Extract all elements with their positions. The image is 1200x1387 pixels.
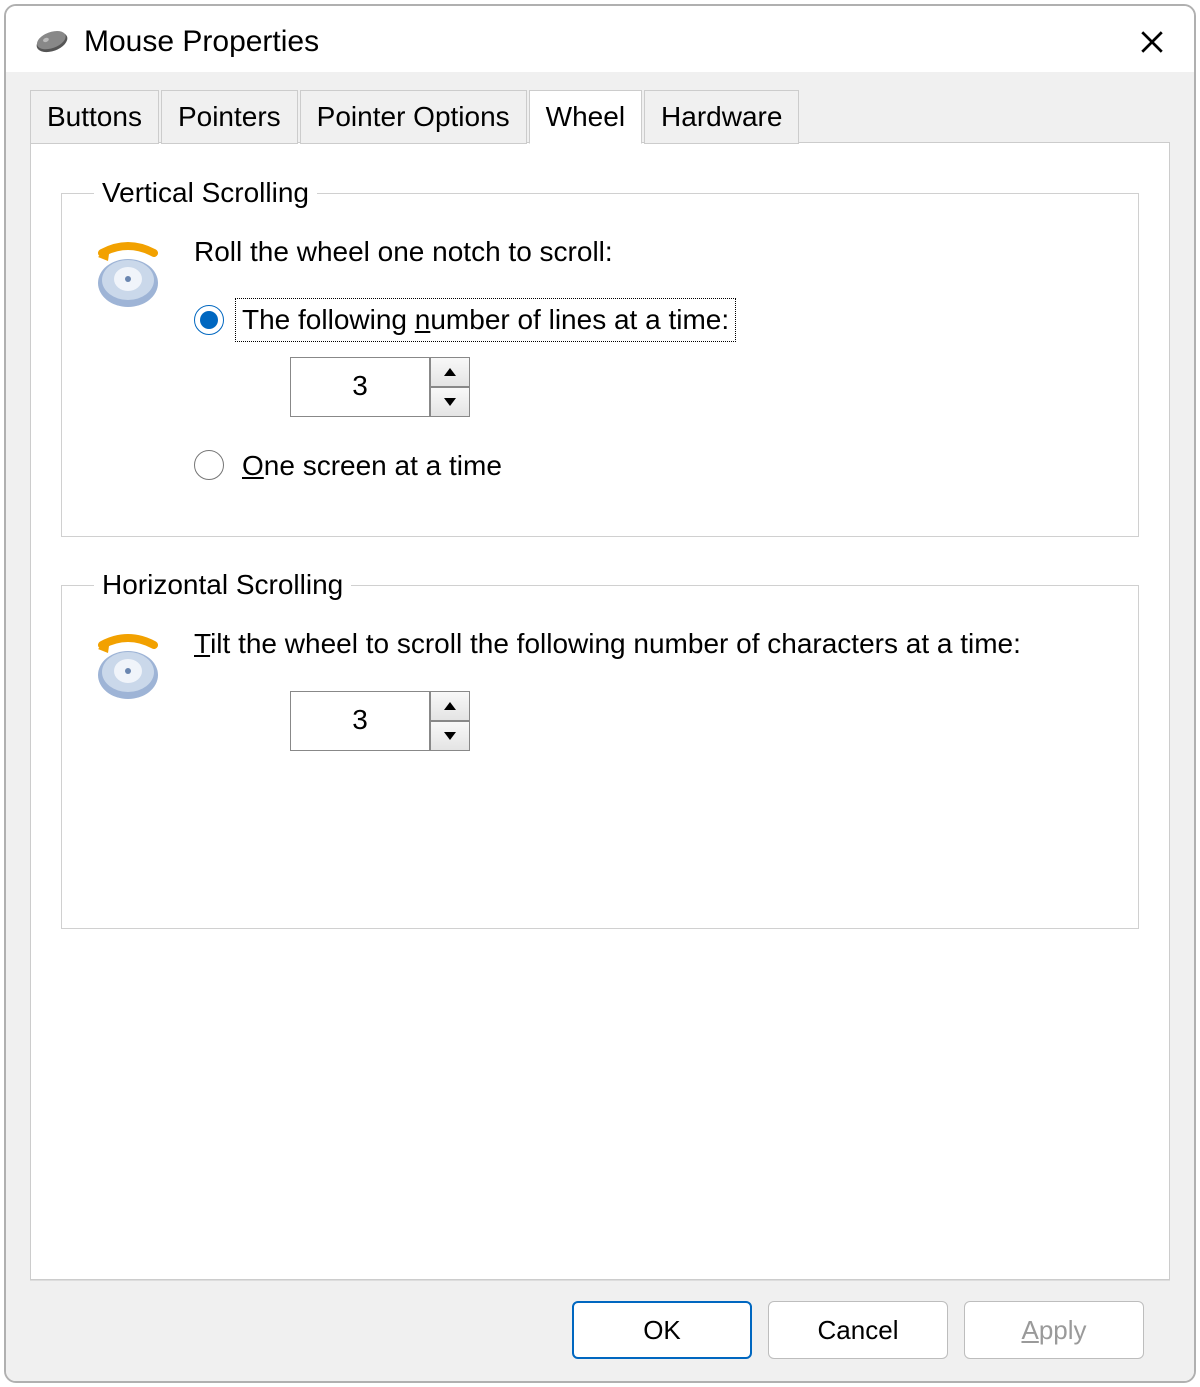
vertical-scrolling-legend: Vertical Scrolling <box>94 177 317 209</box>
radio-screen-row[interactable]: One screen at a time <box>194 445 1112 487</box>
scroll-wheel-icon <box>88 235 168 315</box>
cancel-button[interactable]: Cancel <box>768 1301 948 1359</box>
radio-lines-row[interactable]: The following number of lines at a time: <box>194 299 1112 341</box>
tab-pointer-options[interactable]: Pointer Options <box>300 90 527 144</box>
tab-hardware[interactable]: Hardware <box>644 90 799 144</box>
tab-wheel[interactable]: Wheel <box>529 90 642 144</box>
titlebar: Mouse Properties <box>6 6 1194 72</box>
chars-spinner-value[interactable]: 3 <box>290 691 430 751</box>
close-button[interactable] <box>1130 20 1174 64</box>
triangle-down-icon <box>444 398 456 406</box>
triangle-up-icon <box>444 368 456 376</box>
chars-spinner-up[interactable] <box>430 691 470 721</box>
radio-lines-label: The following number of lines at a time: <box>236 299 735 341</box>
tab-panel-wheel: Vertical Scrolling Roll the wh <box>30 142 1170 1280</box>
mouse-icon <box>34 24 70 60</box>
triangle-down-icon <box>444 732 456 740</box>
horizontal-scrolling-legend: Horizontal Scrolling <box>94 569 351 601</box>
chars-spinner: 3 <box>290 691 1112 751</box>
lines-spinner-value[interactable]: 3 <box>290 357 430 417</box>
lines-spinner-up[interactable] <box>430 357 470 387</box>
apply-button[interactable]: Apply <box>964 1301 1144 1359</box>
dialog-button-row: OK Cancel Apply <box>30 1280 1170 1381</box>
lines-spinner-down[interactable] <box>430 387 470 417</box>
tab-buttons[interactable]: Buttons <box>30 90 159 144</box>
lines-spinner: 3 <box>290 357 1112 417</box>
vertical-lead-text: Roll the wheel one notch to scroll: <box>194 233 1112 271</box>
window-title: Mouse Properties <box>84 25 1130 59</box>
tab-pointers[interactable]: Pointers <box>161 90 298 144</box>
horizontal-lead-text: Tilt the wheel to scroll the following n… <box>194 625 1112 663</box>
vertical-scrolling-group: Vertical Scrolling Roll the wh <box>61 177 1139 537</box>
chars-spinner-down[interactable] <box>430 721 470 751</box>
close-icon <box>1139 29 1165 55</box>
mouse-properties-window: Mouse Properties Buttons Pointers Pointe… <box>4 4 1196 1383</box>
radio-screen-label: One screen at a time <box>236 445 508 487</box>
dialog-body: Buttons Pointers Pointer Options Wheel H… <box>6 72 1194 1381</box>
horizontal-scrolling-group: Horizontal Scrolling Tilt the <box>61 569 1139 929</box>
ok-button[interactable]: OK <box>572 1301 752 1359</box>
tab-strip: Buttons Pointers Pointer Options Wheel H… <box>30 90 1170 144</box>
triangle-up-icon <box>444 702 456 710</box>
radio-lines-at-a-time[interactable] <box>194 305 224 335</box>
radio-one-screen[interactable] <box>194 450 224 480</box>
scroll-wheel-tilt-icon <box>88 627 168 707</box>
